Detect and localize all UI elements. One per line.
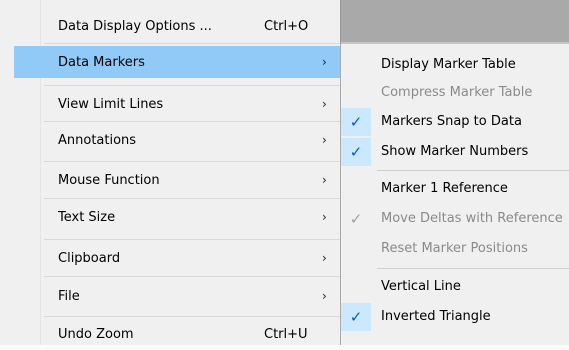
chevron-right-icon: ›	[322, 55, 327, 69]
menu-item-undo-zoom[interactable]: Undo Zoom Ctrl+U	[44, 318, 340, 350]
menu-item-label: Annotations	[58, 132, 137, 148]
submenu-item-label: Move Deltas with Reference	[381, 211, 563, 226]
submenu-item-vertical-line[interactable]: Vertical Line	[341, 272, 569, 302]
menu-item-file[interactable]: File ›	[44, 280, 340, 312]
menu-item-data-display-options[interactable]: Data Display Options ... Ctrl+O	[44, 10, 340, 42]
menu-item-label: Data Markers	[58, 54, 145, 70]
menu-separator	[44, 43, 340, 44]
menu-item-label: Undo Zoom	[58, 326, 134, 342]
background-window-dark	[313, 0, 569, 42]
submenu-item-move-deltas-with-reference: ✓ Move Deltas with Reference	[341, 204, 569, 234]
menu-item-label: File	[58, 288, 80, 304]
submenu-item-label: Reset Marker Positions	[381, 241, 528, 256]
menu-item-shortcut: Ctrl+O	[264, 18, 309, 34]
checkmark-icon: ✓	[341, 108, 371, 136]
menu-separator	[44, 85, 340, 86]
check-icon-slot	[341, 273, 371, 301]
menu-item-label: Mouse Function	[58, 172, 160, 188]
submenu-item-reset-marker-positions: Reset Marker Positions	[341, 234, 569, 264]
menu-separator	[44, 161, 340, 162]
checkmark-icon: ✓	[341, 138, 371, 166]
menu-item-view-limit-lines[interactable]: View Limit Lines ›	[44, 88, 340, 120]
data-markers-submenu: Display Marker Table Compress Marker Tab…	[341, 44, 569, 345]
submenu-item-label: Compress Marker Table	[381, 85, 533, 100]
menu-separator	[44, 276, 340, 277]
submenu-item-markers-snap-to-data[interactable]: ✓ Markers Snap to Data	[341, 107, 569, 137]
check-icon-slot	[341, 51, 371, 79]
submenu-item-display-marker-table[interactable]: Display Marker Table	[341, 50, 569, 80]
menu-item-annotations[interactable]: Annotations ›	[44, 124, 340, 156]
menu-item-label: Text Size	[58, 209, 116, 225]
submenu-item-label: Markers Snap to Data	[381, 114, 522, 129]
chevron-right-icon: ›	[322, 289, 327, 303]
chevron-right-icon: ›	[322, 210, 327, 224]
checkmark-icon: ✓	[341, 303, 371, 331]
menu-separator	[44, 198, 340, 199]
context-menu: Data Display Options ... Ctrl+O Data Mar…	[0, 0, 341, 345]
menu-item-text-size[interactable]: Text Size ›	[44, 201, 340, 233]
menu-item-label: View Limit Lines	[58, 96, 164, 112]
chevron-right-icon: ›	[322, 133, 327, 147]
submenu-item-marker-1-reference[interactable]: Marker 1 Reference	[341, 174, 569, 204]
submenu-separator	[377, 170, 569, 171]
check-icon-slot	[341, 79, 371, 107]
checkmark-icon: ✓	[349, 210, 363, 228]
submenu-item-label: Vertical Line	[381, 279, 461, 294]
menu-separator	[44, 239, 340, 240]
chevron-right-icon: ›	[322, 173, 327, 187]
submenu-item-show-marker-numbers[interactable]: ✓ Show Marker Numbers	[341, 137, 569, 167]
menu-item-label: Data Display Options ...	[58, 18, 212, 34]
menu-item-mouse-function[interactable]: Mouse Function ›	[44, 164, 340, 196]
submenu-item-label: Show Marker Numbers	[381, 144, 529, 159]
submenu-item-label: Marker 1 Reference	[381, 181, 508, 196]
menu-separator	[44, 121, 340, 122]
submenu-item-label: Display Marker Table	[381, 57, 516, 72]
chevron-right-icon: ›	[322, 97, 327, 111]
menu-item-data-markers[interactable]: Data Markers ›	[14, 46, 341, 78]
menu-item-clipboard[interactable]: Clipboard ›	[44, 242, 340, 274]
menu-separator	[44, 316, 340, 317]
menu-item-label: Clipboard	[58, 250, 121, 266]
menu-item-shortcut: Ctrl+U	[264, 326, 308, 342]
check-icon-slot	[341, 175, 371, 203]
chevron-right-icon: ›	[322, 251, 327, 265]
check-icon-slot	[341, 235, 371, 263]
submenu-separator	[377, 268, 569, 269]
submenu-item-compress-marker-table: Compress Marker Table	[341, 78, 569, 108]
submenu-item-inverted-triangle[interactable]: ✓ Inverted Triangle	[341, 302, 569, 332]
submenu-item-label: Inverted Triangle	[381, 309, 491, 324]
